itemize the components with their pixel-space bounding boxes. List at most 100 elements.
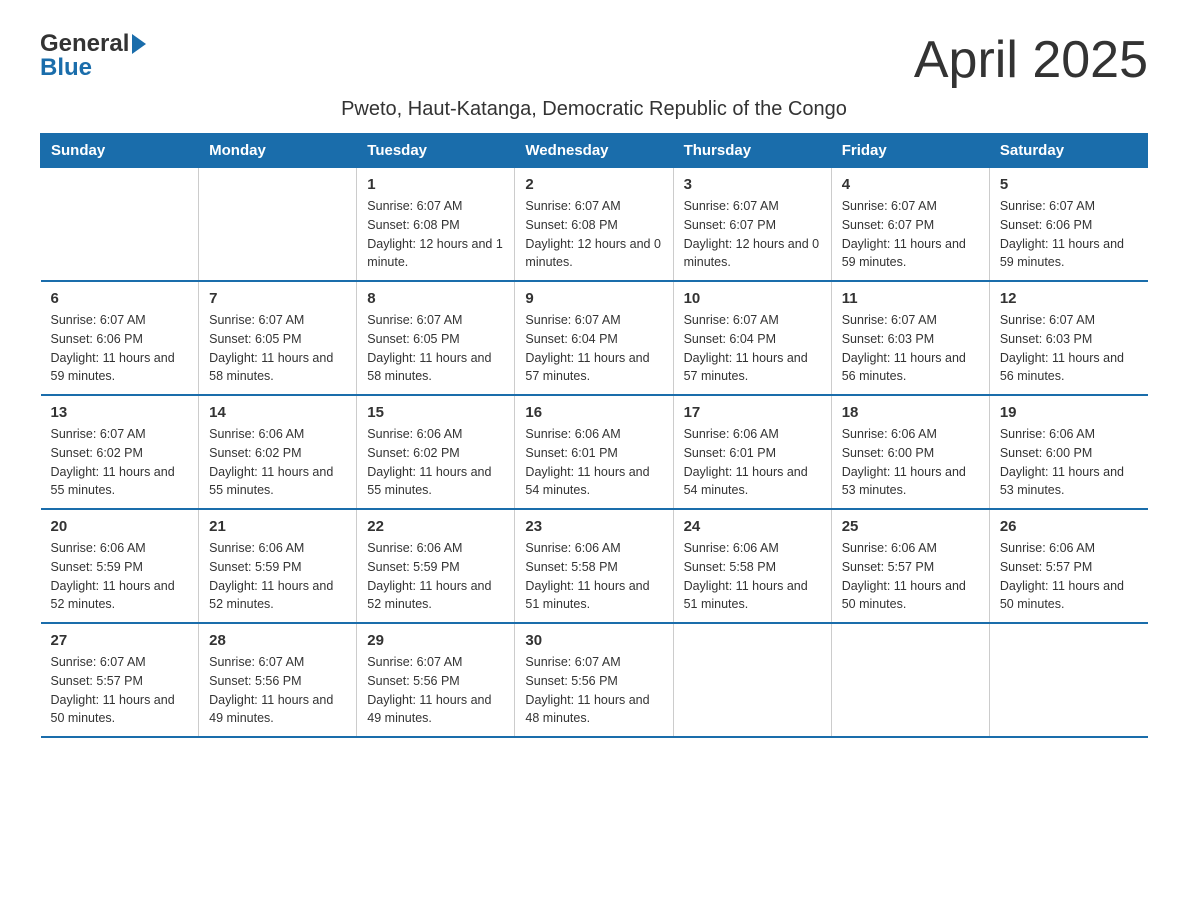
day-number: 25 bbox=[842, 518, 979, 535]
day-info: Sunrise: 6:06 AMSunset: 6:01 PMDaylight:… bbox=[684, 425, 821, 500]
day-info: Sunrise: 6:06 AMSunset: 6:00 PMDaylight:… bbox=[842, 425, 979, 500]
weekday-header-thursday: Thursday bbox=[673, 134, 831, 168]
calendar-cell: 5 Sunrise: 6:07 AMSunset: 6:06 PMDaylight… bbox=[989, 168, 1147, 282]
calendar-cell: 20Sunrise: 6:06 AMSunset: 5:59 PMDayligh… bbox=[41, 509, 199, 623]
day-number: 13 bbox=[51, 404, 189, 421]
day-info: Sunrise: 6:07 AMSunset: 6:04 PMDaylight:… bbox=[525, 311, 662, 386]
day-number: 27 bbox=[51, 632, 189, 649]
calendar-cell: 18 Sunrise: 6:06 AMSunset: 6:00 PMDayligh… bbox=[831, 395, 989, 509]
day-number: 2 bbox=[525, 176, 662, 193]
calendar-cell: 6 Sunrise: 6:07 AMSunset: 6:06 PMDaylight… bbox=[41, 281, 199, 395]
day-number: 19 bbox=[1000, 404, 1138, 421]
day-info: Sunrise: 6:06 AMSunset: 5:57 PMDaylight:… bbox=[842, 539, 979, 614]
day-number: 21 bbox=[209, 518, 346, 535]
calendar-table: SundayMondayTuesdayWednesdayThursdayFrid… bbox=[40, 133, 1148, 738]
calendar-cell bbox=[41, 168, 199, 282]
day-number: 12 bbox=[1000, 290, 1138, 307]
day-info: Sunrise: 6:07 AMSunset: 6:06 PMDaylight:… bbox=[51, 311, 189, 386]
day-number: 26 bbox=[1000, 518, 1138, 535]
day-info: Sunrise: 6:06 AMSunset: 5:58 PMDaylight:… bbox=[525, 539, 662, 614]
day-info: Sunrise: 6:06 AMSunset: 5:57 PMDaylight:… bbox=[1000, 539, 1138, 614]
day-number: 3 bbox=[684, 176, 821, 193]
calendar-cell: 26 Sunrise: 6:06 AMSunset: 5:57 PMDayligh… bbox=[989, 509, 1147, 623]
calendar-cell: 30 Sunrise: 6:07 AMSunset: 5:56 PMDayligh… bbox=[515, 623, 673, 737]
day-info: Sunrise: 6:07 AMSunset: 5:56 PMDaylight:… bbox=[525, 653, 662, 728]
page-header: General Blue April 2025 bbox=[40, 30, 1148, 90]
location-title: Pweto, Haut-Katanga, Democratic Republic… bbox=[40, 98, 1148, 121]
weekday-header-wednesday: Wednesday bbox=[515, 134, 673, 168]
day-info: Sunrise: 6:07 AMSunset: 5:56 PMDaylight:… bbox=[209, 653, 346, 728]
day-number: 5 bbox=[1000, 176, 1138, 193]
day-info: Sunrise: 6:07 AMSunset: 6:04 PMDaylight:… bbox=[684, 311, 821, 386]
calendar-cell: 11Sunrise: 6:07 AMSunset: 6:03 PMDayligh… bbox=[831, 281, 989, 395]
calendar-cell bbox=[831, 623, 989, 737]
calendar-cell: 4 Sunrise: 6:07 AMSunset: 6:07 PMDaylight… bbox=[831, 168, 989, 282]
day-info: Sunrise: 6:07 AMSunset: 5:56 PMDaylight:… bbox=[367, 653, 504, 728]
day-number: 23 bbox=[525, 518, 662, 535]
logo: General Blue bbox=[40, 30, 146, 82]
logo-blue-text: Blue bbox=[40, 54, 92, 82]
day-info: Sunrise: 6:07 AMSunset: 6:05 PMDaylight:… bbox=[209, 311, 346, 386]
day-number: 22 bbox=[367, 518, 504, 535]
day-info: Sunrise: 6:07 AMSunset: 6:05 PMDaylight:… bbox=[367, 311, 504, 386]
calendar-cell: 19 Sunrise: 6:06 AMSunset: 6:00 PMDayligh… bbox=[989, 395, 1147, 509]
day-number: 17 bbox=[684, 404, 821, 421]
calendar-cell: 7 Sunrise: 6:07 AMSunset: 6:05 PMDaylight… bbox=[199, 281, 357, 395]
calendar-week-row: 6 Sunrise: 6:07 AMSunset: 6:06 PMDaylight… bbox=[41, 281, 1148, 395]
calendar-cell: 12Sunrise: 6:07 AMSunset: 6:03 PMDayligh… bbox=[989, 281, 1147, 395]
day-number: 28 bbox=[209, 632, 346, 649]
day-number: 8 bbox=[367, 290, 504, 307]
calendar-cell: 16 Sunrise: 6:06 AMSunset: 6:01 PMDayligh… bbox=[515, 395, 673, 509]
calendar-cell bbox=[673, 623, 831, 737]
day-info: Sunrise: 6:07 AMSunset: 6:07 PMDaylight:… bbox=[684, 197, 821, 272]
day-info: Sunrise: 6:06 AMSunset: 6:02 PMDaylight:… bbox=[209, 425, 346, 500]
calendar-cell: 14 Sunrise: 6:06 AMSunset: 6:02 PMDayligh… bbox=[199, 395, 357, 509]
calendar-cell: 10Sunrise: 6:07 AMSunset: 6:04 PMDayligh… bbox=[673, 281, 831, 395]
calendar-week-row: 13Sunrise: 6:07 AMSunset: 6:02 PMDayligh… bbox=[41, 395, 1148, 509]
day-number: 14 bbox=[209, 404, 346, 421]
calendar-cell bbox=[199, 168, 357, 282]
calendar-cell: 25 Sunrise: 6:06 AMSunset: 5:57 PMDayligh… bbox=[831, 509, 989, 623]
day-info: Sunrise: 6:07 AMSunset: 6:06 PMDaylight:… bbox=[1000, 197, 1138, 272]
weekday-header-monday: Monday bbox=[199, 134, 357, 168]
day-info: Sunrise: 6:06 AMSunset: 5:59 PMDaylight:… bbox=[51, 539, 189, 614]
calendar-cell bbox=[989, 623, 1147, 737]
calendar-cell: 23 Sunrise: 6:06 AMSunset: 5:58 PMDayligh… bbox=[515, 509, 673, 623]
calendar-cell: 17 Sunrise: 6:06 AMSunset: 6:01 PMDayligh… bbox=[673, 395, 831, 509]
calendar-cell: 15 Sunrise: 6:06 AMSunset: 6:02 PMDayligh… bbox=[357, 395, 515, 509]
day-number: 16 bbox=[525, 404, 662, 421]
calendar-cell: 2 Sunrise: 6:07 AMSunset: 6:08 PMDaylight… bbox=[515, 168, 673, 282]
day-info: Sunrise: 6:07 AMSunset: 6:03 PMDaylight:… bbox=[842, 311, 979, 386]
day-number: 7 bbox=[209, 290, 346, 307]
day-number: 4 bbox=[842, 176, 979, 193]
month-year-title: April 2025 bbox=[914, 30, 1148, 90]
day-info: Sunrise: 6:06 AMSunset: 6:00 PMDaylight:… bbox=[1000, 425, 1138, 500]
weekday-header-sunday: Sunday bbox=[41, 134, 199, 168]
day-info: Sunrise: 6:07 AMSunset: 6:08 PMDaylight:… bbox=[525, 197, 662, 272]
day-number: 1 bbox=[367, 176, 504, 193]
weekday-header-tuesday: Tuesday bbox=[357, 134, 515, 168]
day-info: Sunrise: 6:06 AMSunset: 6:02 PMDaylight:… bbox=[367, 425, 504, 500]
day-info: Sunrise: 6:07 AMSunset: 5:57 PMDaylight:… bbox=[51, 653, 189, 728]
day-info: Sunrise: 6:06 AMSunset: 5:58 PMDaylight:… bbox=[684, 539, 821, 614]
calendar-cell: 8 Sunrise: 6:07 AMSunset: 6:05 PMDaylight… bbox=[357, 281, 515, 395]
weekday-header-saturday: Saturday bbox=[989, 134, 1147, 168]
calendar-cell: 22Sunrise: 6:06 AMSunset: 5:59 PMDayligh… bbox=[357, 509, 515, 623]
calendar-cell: 13Sunrise: 6:07 AMSunset: 6:02 PMDayligh… bbox=[41, 395, 199, 509]
day-number: 18 bbox=[842, 404, 979, 421]
day-number: 15 bbox=[367, 404, 504, 421]
day-number: 24 bbox=[684, 518, 821, 535]
day-info: Sunrise: 6:06 AMSunset: 5:59 PMDaylight:… bbox=[209, 539, 346, 614]
calendar-cell: 27 Sunrise: 6:07 AMSunset: 5:57 PMDayligh… bbox=[41, 623, 199, 737]
calendar-week-row: 1 Sunrise: 6:07 AMSunset: 6:08 PMDaylight… bbox=[41, 168, 1148, 282]
day-number: 6 bbox=[51, 290, 189, 307]
calendar-cell: 1 Sunrise: 6:07 AMSunset: 6:08 PMDaylight… bbox=[357, 168, 515, 282]
day-number: 29 bbox=[367, 632, 504, 649]
day-number: 30 bbox=[525, 632, 662, 649]
calendar-week-row: 20Sunrise: 6:06 AMSunset: 5:59 PMDayligh… bbox=[41, 509, 1148, 623]
day-number: 9 bbox=[525, 290, 662, 307]
day-info: Sunrise: 6:07 AMSunset: 6:08 PMDaylight:… bbox=[367, 197, 504, 272]
calendar-cell: 24 Sunrise: 6:06 AMSunset: 5:58 PMDayligh… bbox=[673, 509, 831, 623]
day-info: Sunrise: 6:07 AMSunset: 6:07 PMDaylight:… bbox=[842, 197, 979, 272]
day-info: Sunrise: 6:06 AMSunset: 6:01 PMDaylight:… bbox=[525, 425, 662, 500]
